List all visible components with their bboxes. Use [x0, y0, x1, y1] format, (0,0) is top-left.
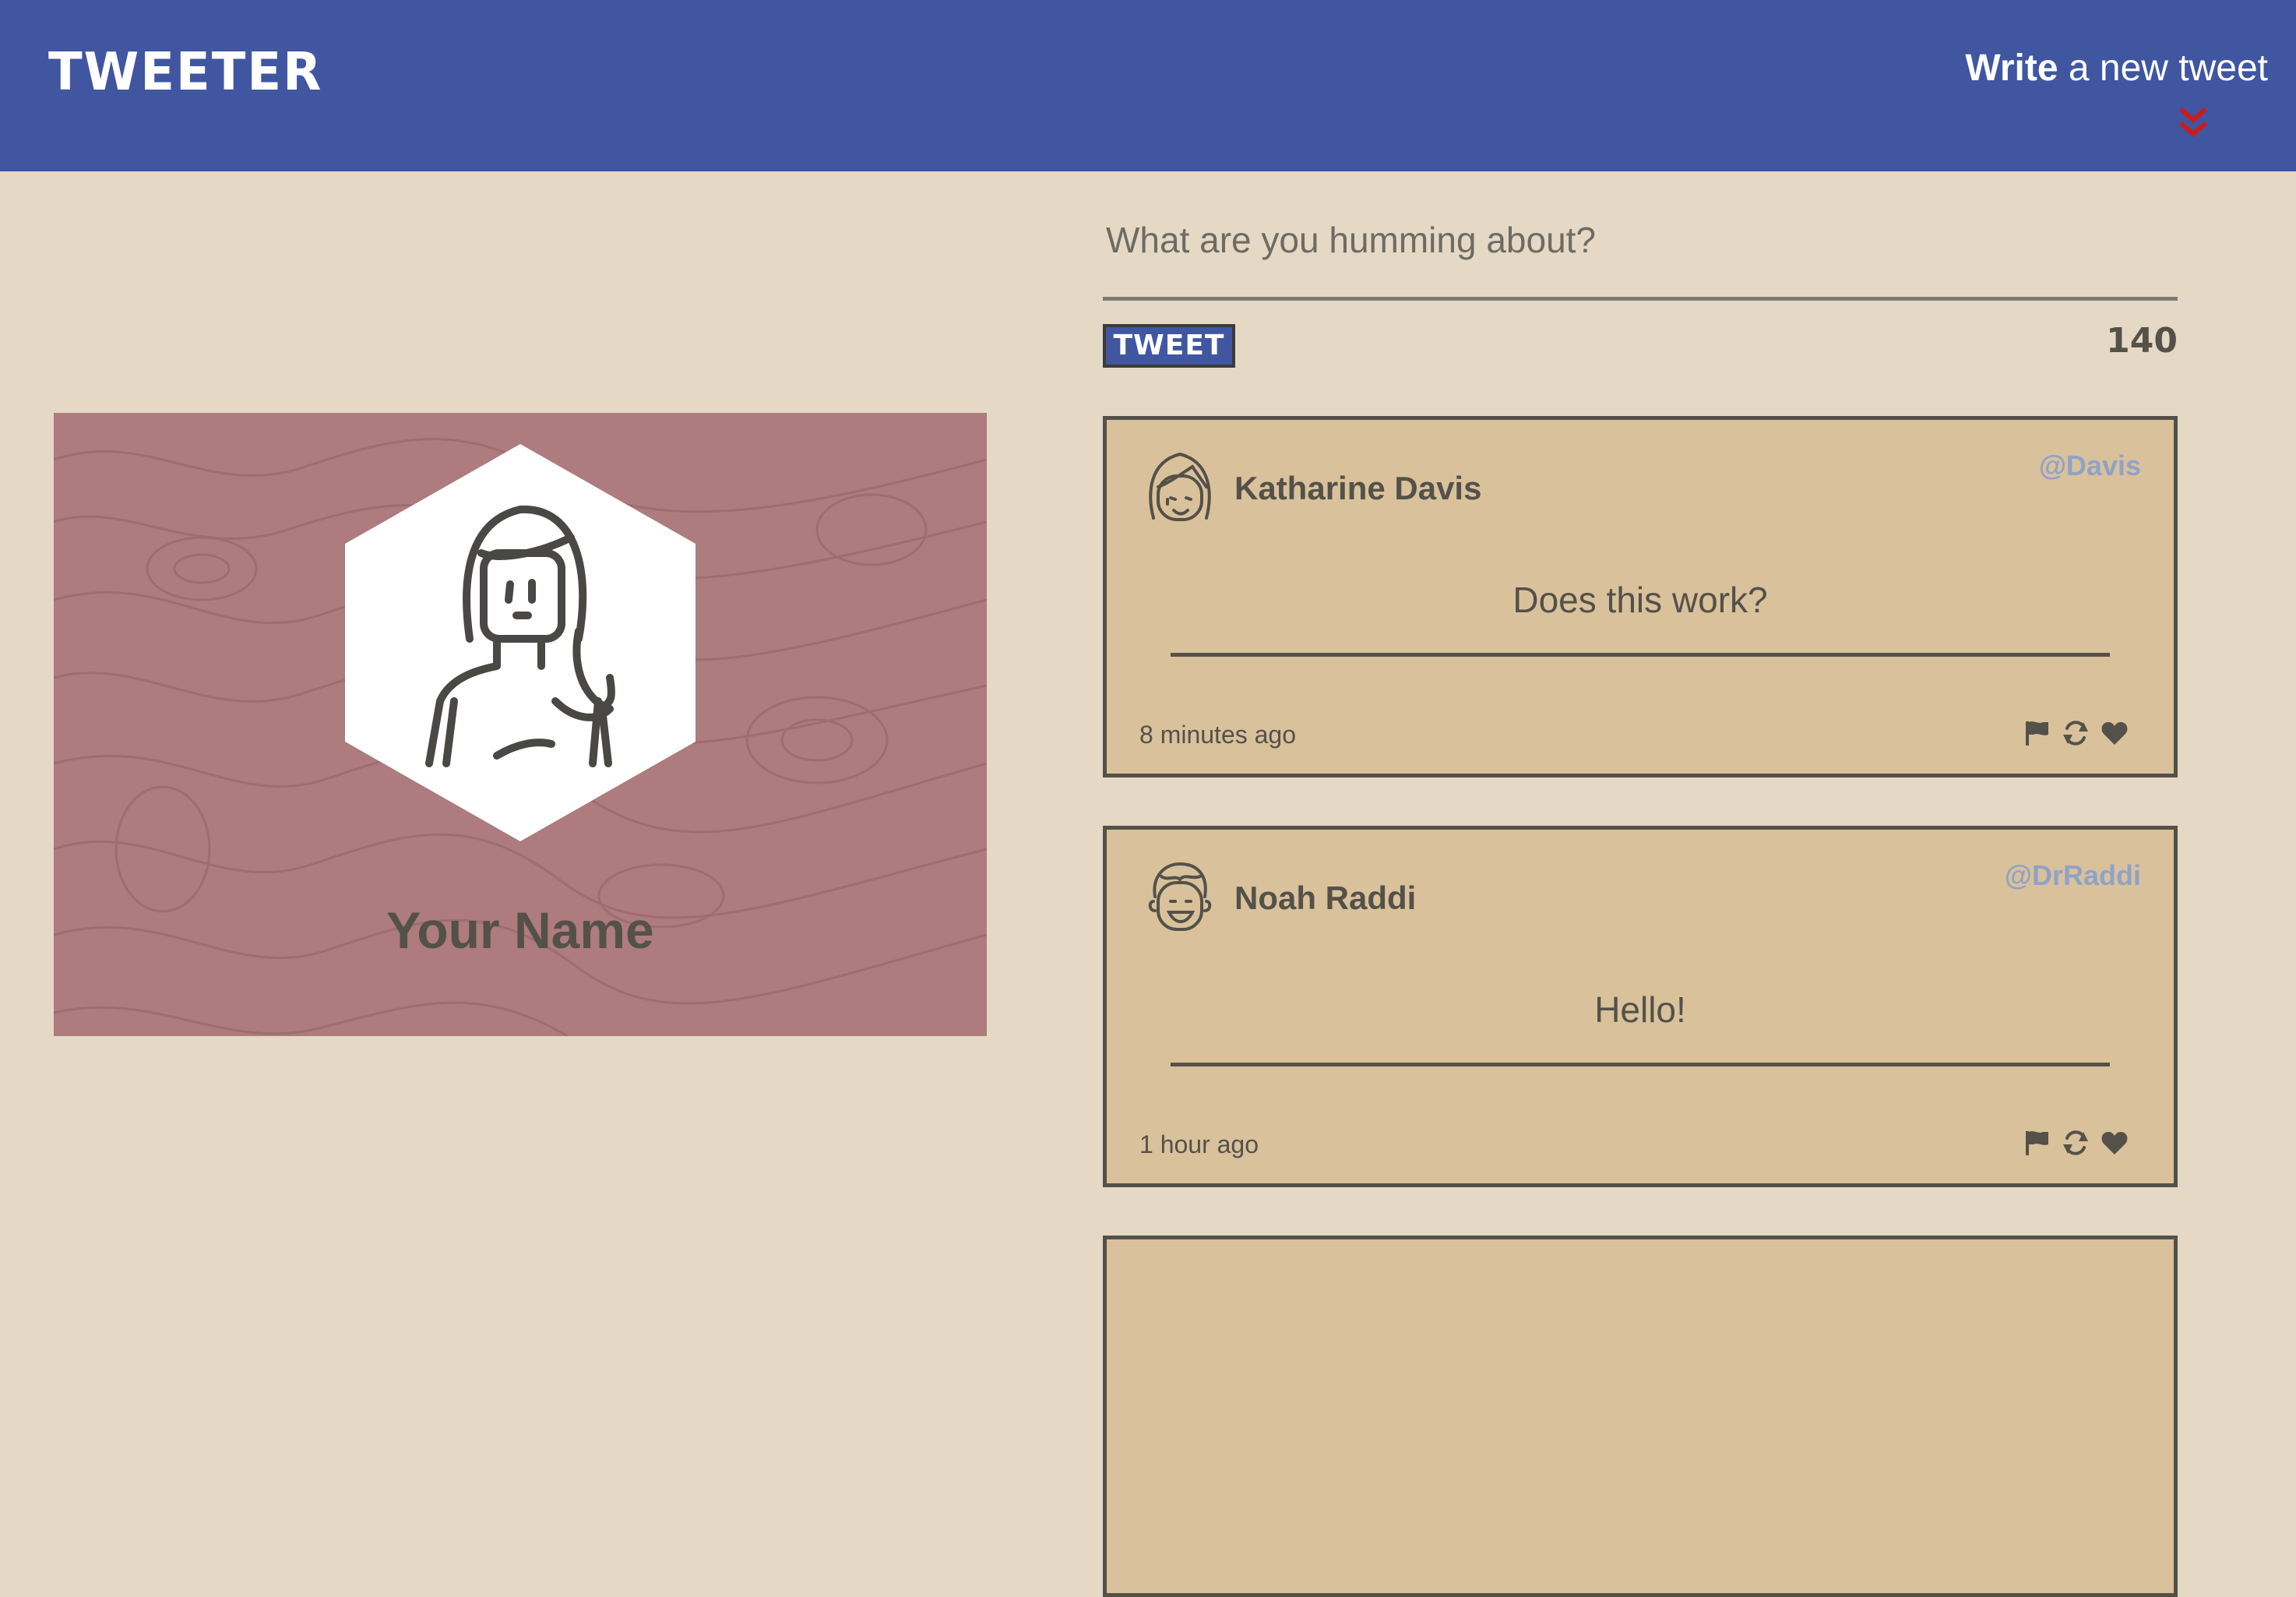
profile-name: Your Name — [386, 901, 654, 959]
tweet-content: Hello! — [1594, 989, 1686, 1030]
double-chevron-down-icon[interactable] — [2176, 104, 2210, 142]
tweet-submit-button[interactable]: TWEET — [1103, 324, 1235, 368]
tweet-card-partial — [1103, 1236, 2178, 1597]
tweet-timestamp: 8 minutes ago — [1139, 721, 1297, 749]
profile-card: Your Name — [54, 413, 987, 1036]
tweet-author-name: Katharine Davis — [1234, 470, 1482, 506]
flag-icon[interactable] — [2023, 719, 2051, 747]
tweet-card: Noah Raddi @DrRaddi Hello! 1 hour ago — [1103, 826, 2178, 1187]
tweet-compose-input[interactable] — [1103, 210, 2178, 301]
retweet-icon[interactable] — [2062, 719, 2090, 747]
man-avatar-icon — [1148, 862, 1212, 931]
tweet-actions — [2023, 717, 2129, 749]
tweet-author-handle[interactable]: @DrRaddi — [2005, 859, 2141, 892]
tweet-content: Does this work? — [1512, 580, 1768, 620]
tweet-author-name: Noah Raddi — [1234, 880, 1417, 916]
brand-logo[interactable]: TWEETER — [48, 42, 322, 103]
heart-icon[interactable] — [2101, 719, 2129, 747]
heart-icon[interactable] — [2101, 1129, 2129, 1157]
tweet-timestamp: 1 hour ago — [1139, 1130, 1259, 1158]
compose-link-rest: a new tweet — [2058, 48, 2268, 89]
person-avatar-icon — [345, 444, 695, 841]
tweet-card: Katharine Davis @Davis Does this work? 8… — [1103, 416, 2178, 777]
top-nav: TWEETER Write a new tweet — [0, 0, 2296, 171]
compose-link-strong: Write — [1965, 48, 2058, 89]
tweet-author-handle[interactable]: @Davis — [2039, 449, 2141, 482]
tweet-divider — [1171, 1063, 2110, 1066]
tweet-divider — [1171, 653, 2110, 657]
character-counter: 140 — [2106, 321, 2178, 361]
retweet-icon[interactable] — [2062, 1129, 2090, 1157]
flag-icon[interactable] — [2023, 1129, 2051, 1157]
write-new-tweet-link[interactable]: Write a new tweet — [1965, 47, 2268, 90]
tweet-actions — [2023, 1127, 2129, 1158]
woman-avatar-icon — [1149, 452, 1211, 521]
